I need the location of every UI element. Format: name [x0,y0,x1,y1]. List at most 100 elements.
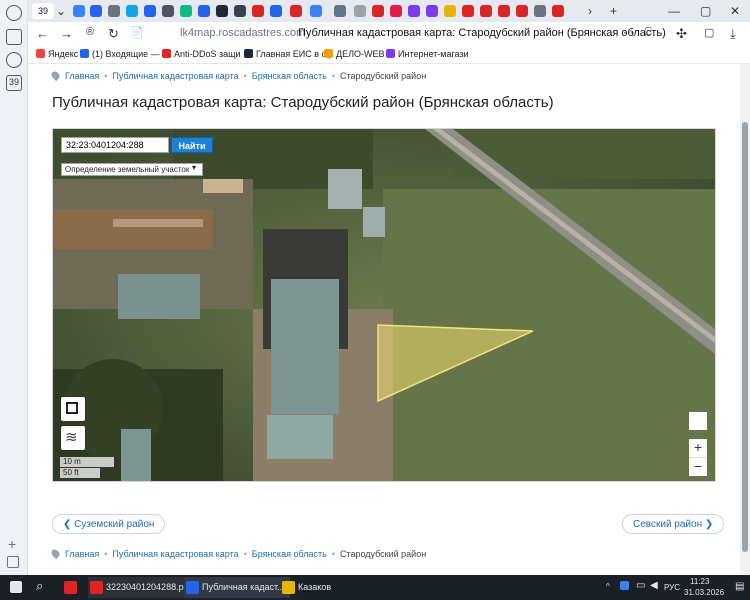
breadcrumb-region[interactable]: Брянская область [252,71,327,81]
definition-select[interactable]: Определение земельный участок [61,163,203,176]
bookmark-yandex[interactable]: Яндекс [36,49,78,59]
tab-favicon[interactable] [372,5,384,17]
breadcrumb-home[interactable]: Главная [65,549,99,559]
tab-favicon[interactable] [90,5,102,17]
tab-favicon[interactable] [198,5,210,17]
tab-favicon[interactable] [480,5,492,17]
tab-favicon[interactable] [462,5,474,17]
chevron-down-icon[interactable]: ⌄ [56,4,66,18]
tab-favicon[interactable] [516,5,528,17]
taskbar-item-pdf[interactable]: 32230401204288.pd... [88,577,196,598]
bookmark-anti-ddos[interactable]: Anti-DDoS защи [162,49,241,59]
ddos-icon [162,49,171,58]
tab-strip: 39 ⌄ › + — ▢ ✕ [28,0,750,22]
download-icon[interactable]: ⤓ [730,26,736,42]
tab-favicon[interactable] [444,5,456,17]
clock-time[interactable]: 11:23 [690,577,709,586]
bookmark-icon[interactable]: ⎕ [645,26,652,39]
tab-favicon[interactable] [126,5,138,17]
browser-icon [186,581,199,594]
network-icon[interactable]: ▭ [636,580,645,591]
fullscreen-button[interactable] [61,397,85,421]
breadcrumb: Главная • Публичная кадастровая карта • Брян… [49,69,426,82]
tab-favicon[interactable] [426,5,438,17]
prev-district-link[interactable]: ❮ Суземский район [52,514,166,534]
menu-dots-icon[interactable]: ⋯ [623,26,634,39]
tab-favicon[interactable] [498,5,510,17]
maximize-icon[interactable]: ▢ [700,4,711,18]
breadcrumb-region[interactable]: Брянская область [252,549,327,559]
close-icon[interactable]: ✕ [730,4,740,18]
tab-favicon[interactable] [290,5,302,17]
tab-favicon[interactable] [534,5,546,17]
extensions-icon[interactable]: ✣ [676,26,687,42]
tray-chevron-icon[interactable]: ^ [606,582,610,591]
tray-app-icon[interactable] [620,581,629,590]
page-scrollbar[interactable] [740,64,750,575]
windows-start-icon[interactable] [10,581,22,593]
reader-icon[interactable]: ® [86,26,94,38]
volume-icon[interactable]: ◀ [650,580,658,591]
tab-favicon[interactable] [408,5,420,17]
sidebar-toggle-icon[interactable] [7,556,19,568]
breadcrumb-cadastral-map[interactable]: Публичная кадастровая карта [112,71,238,81]
chat-icon[interactable]: ▢ [704,26,714,39]
add-tab-icon[interactable]: + [610,4,617,18]
notifications-icon[interactable]: ▤ [735,581,744,592]
bookmark-shop[interactable]: Интернет-магази [386,49,469,59]
cadastral-map[interactable]: Найти Определение земельный участок ▾ ≋ … [52,128,716,482]
clock-date[interactable]: 31.03.2026 [684,588,724,597]
satellite-imagery [53,129,715,481]
site-info-icon[interactable]: 📄 [130,26,144,39]
tab-favicon[interactable] [252,5,264,17]
scale-feet: 50 ft [59,468,101,479]
page-title-in-url[interactable]: Публичная кадастровая карта: Стародубски… [298,27,666,39]
tab-favicon[interactable] [216,5,228,17]
delo-icon [324,49,333,58]
chevron-right-icon: ❯ [702,519,714,530]
search-icon[interactable]: ⌕ [36,578,43,594]
next-district-link[interactable]: Севский район ❯ [622,514,725,534]
chevron-right-icon[interactable]: › [588,4,592,18]
language-indicator[interactable]: РУС [664,583,680,592]
url-host[interactable]: lk4map.roscadastres.com [180,27,305,39]
shop-icon [386,49,395,58]
play-icon[interactable] [6,52,22,68]
forward-icon[interactable]: → [60,26,73,41]
taskbar-item-folder[interactable]: Казаков [280,577,386,598]
tab-favicon[interactable] [270,5,282,17]
layers-button[interactable]: ≋ [61,426,85,450]
back-icon[interactable]: ← [36,26,49,41]
tab-favicon[interactable] [552,5,564,17]
locate-button[interactable] [689,412,707,430]
cadastral-number-input[interactable] [61,137,169,153]
find-button[interactable]: Найти [171,137,213,153]
tab-favicon[interactable] [108,5,120,17]
zoom-in-button[interactable]: + [689,439,707,457]
bookmark-eis[interactable]: Главная ЕИС в сф [244,49,333,59]
bookmark-inbox[interactable]: (1) Входящие — F [80,49,168,59]
tab-favicon[interactable] [180,5,192,17]
add-panel-icon[interactable]: + [8,536,16,552]
bookmark-delo-web[interactable]: ДЕЛО-WEB [324,49,385,59]
tab-favicon[interactable] [162,5,174,17]
tab-favicon[interactable] [310,5,322,17]
taskbar-item-browser[interactable]: Публичная кадаст... [184,577,290,598]
collections-icon[interactable] [6,29,22,45]
history-icon[interactable] [6,5,22,21]
tab-count-button[interactable]: 39 [32,3,54,19]
tab-favicon[interactable] [334,5,346,17]
tab-favicon[interactable] [390,5,402,17]
minimize-icon[interactable]: — [668,4,680,18]
tab-favicon[interactable] [144,5,156,17]
scroll-thumb[interactable] [742,122,748,552]
app-icon[interactable] [64,581,77,594]
breadcrumb-cadastral-map[interactable]: Публичная кадастровая карта [112,549,238,559]
reload-icon[interactable]: ↻ [108,26,119,42]
tab-favicon[interactable] [234,5,246,17]
tab-count-icon[interactable]: 39 [6,75,22,91]
zoom-out-button[interactable]: − [689,457,707,476]
breadcrumb-home[interactable]: Главная [65,71,99,81]
tab-favicon[interactable] [354,5,366,17]
tab-favicon[interactable] [73,5,85,17]
